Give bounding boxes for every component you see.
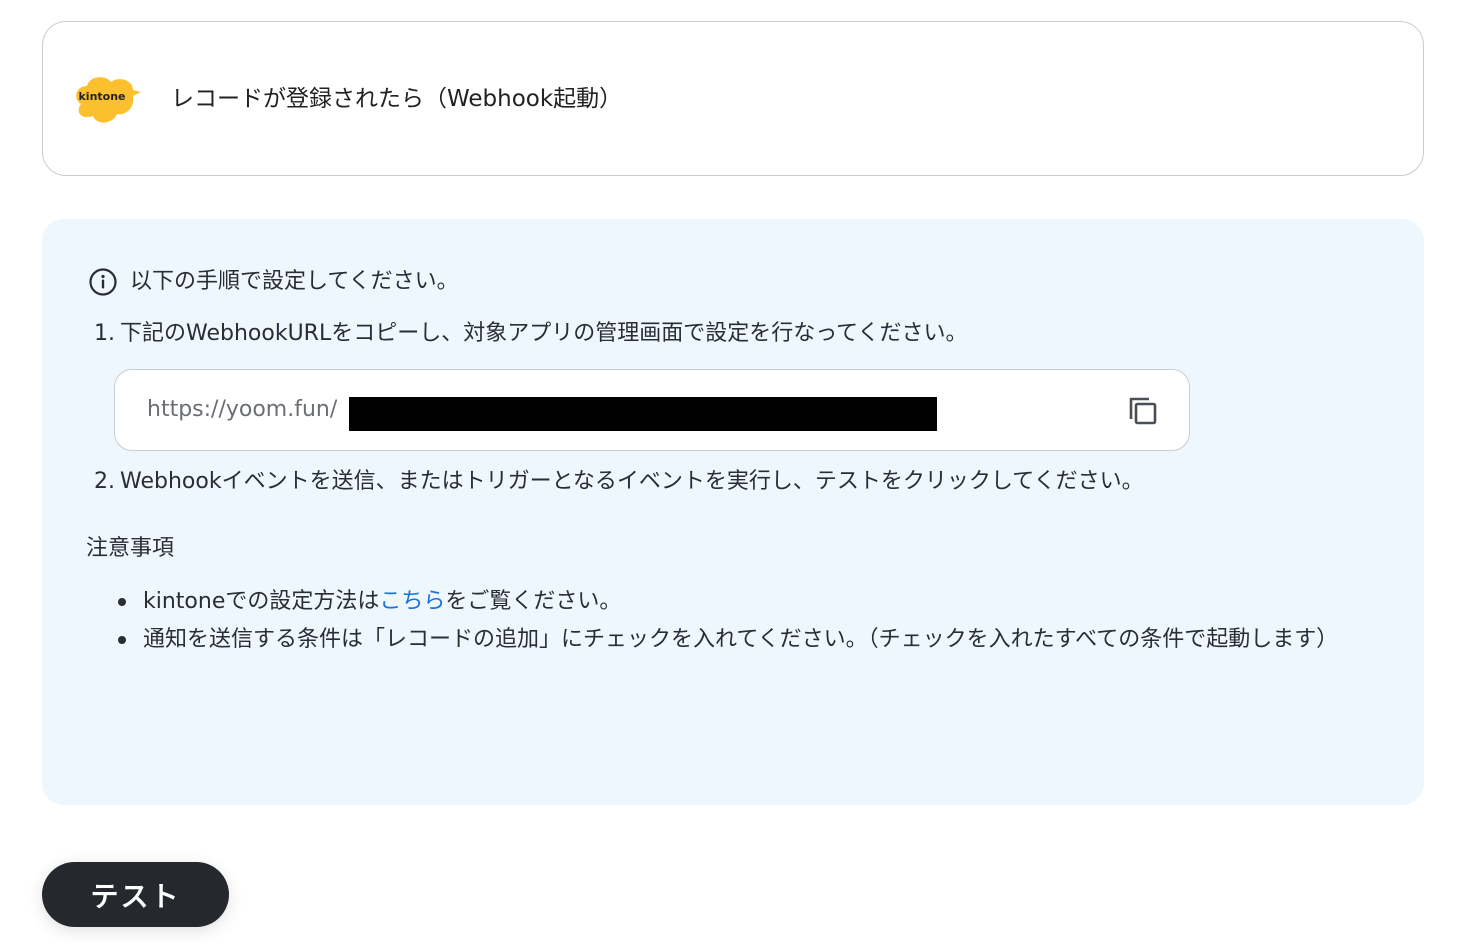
instructions-heading: 以下の手順で設定してください。 xyxy=(88,267,459,297)
webhook-url-text[interactable]: https://yoom.fun/ xyxy=(147,395,337,425)
step-2-number: 2. xyxy=(94,469,115,494)
notes-title: 注意事項 xyxy=(86,536,175,561)
step-1-number: 1. xyxy=(94,321,115,346)
kintone-logo-text: kintone xyxy=(78,90,125,103)
test-button[interactable]: テスト xyxy=(42,862,229,927)
step-1: 1. 下記のWebhookURLをコピーし、対象アプリの管理画面で設定を行なってく… xyxy=(94,319,967,349)
trigger-title: レコードが登録されたら（Webhook起動） xyxy=(171,86,623,112)
note-item-kintone-setup: kintoneでの設定方法はこちらをご覧ください。 xyxy=(118,583,1368,621)
trigger-card: kintone レコードが登録されたら（Webhook起動） xyxy=(42,21,1424,176)
note-item-notification-condition: 通知を送信する条件は「レコードの追加」にチェックを入れてください。（チェックを入… xyxy=(118,621,1368,659)
kintone-logo: kintone xyxy=(76,77,141,123)
notes-list: kintoneでの設定方法はこちらをご覧ください。 通知を送信する条件は「レコー… xyxy=(118,583,1368,659)
setup-instructions-panel: 以下の手順で設定してください。 1. 下記のWebhookURLをコピーし、対象ア… xyxy=(42,219,1424,805)
step-2-text: Webhookイベントを送信、またはトリガーとなるイベントを実行し、テストをクリ… xyxy=(120,469,1144,494)
instructions-heading-text: 以下の手順で設定してください。 xyxy=(130,269,459,294)
kintone-setup-link[interactable]: こちら xyxy=(379,589,445,614)
step-1-text: 下記のWebhookURLをコピーし、対象アプリの管理画面で設定を行なってくださ… xyxy=(120,321,968,346)
webhook-url-field[interactable]: https://yoom.fun/ xyxy=(114,369,1190,451)
info-icon xyxy=(89,268,117,296)
step-2: 2. Webhookイベントを送信、またはトリガーとなるイベントを実行し、テストを… xyxy=(94,467,1144,497)
note-item-1-after: をご覧ください。 xyxy=(445,589,622,614)
copy-icon[interactable] xyxy=(1125,393,1161,429)
note-item-1-before: kintoneでの設定方法は xyxy=(143,589,380,614)
note-item-2-text: 通知を送信する条件は「レコードの追加」にチェックを入れてください。（チェックを入… xyxy=(143,627,1339,652)
redacted-url-segment xyxy=(349,397,937,431)
